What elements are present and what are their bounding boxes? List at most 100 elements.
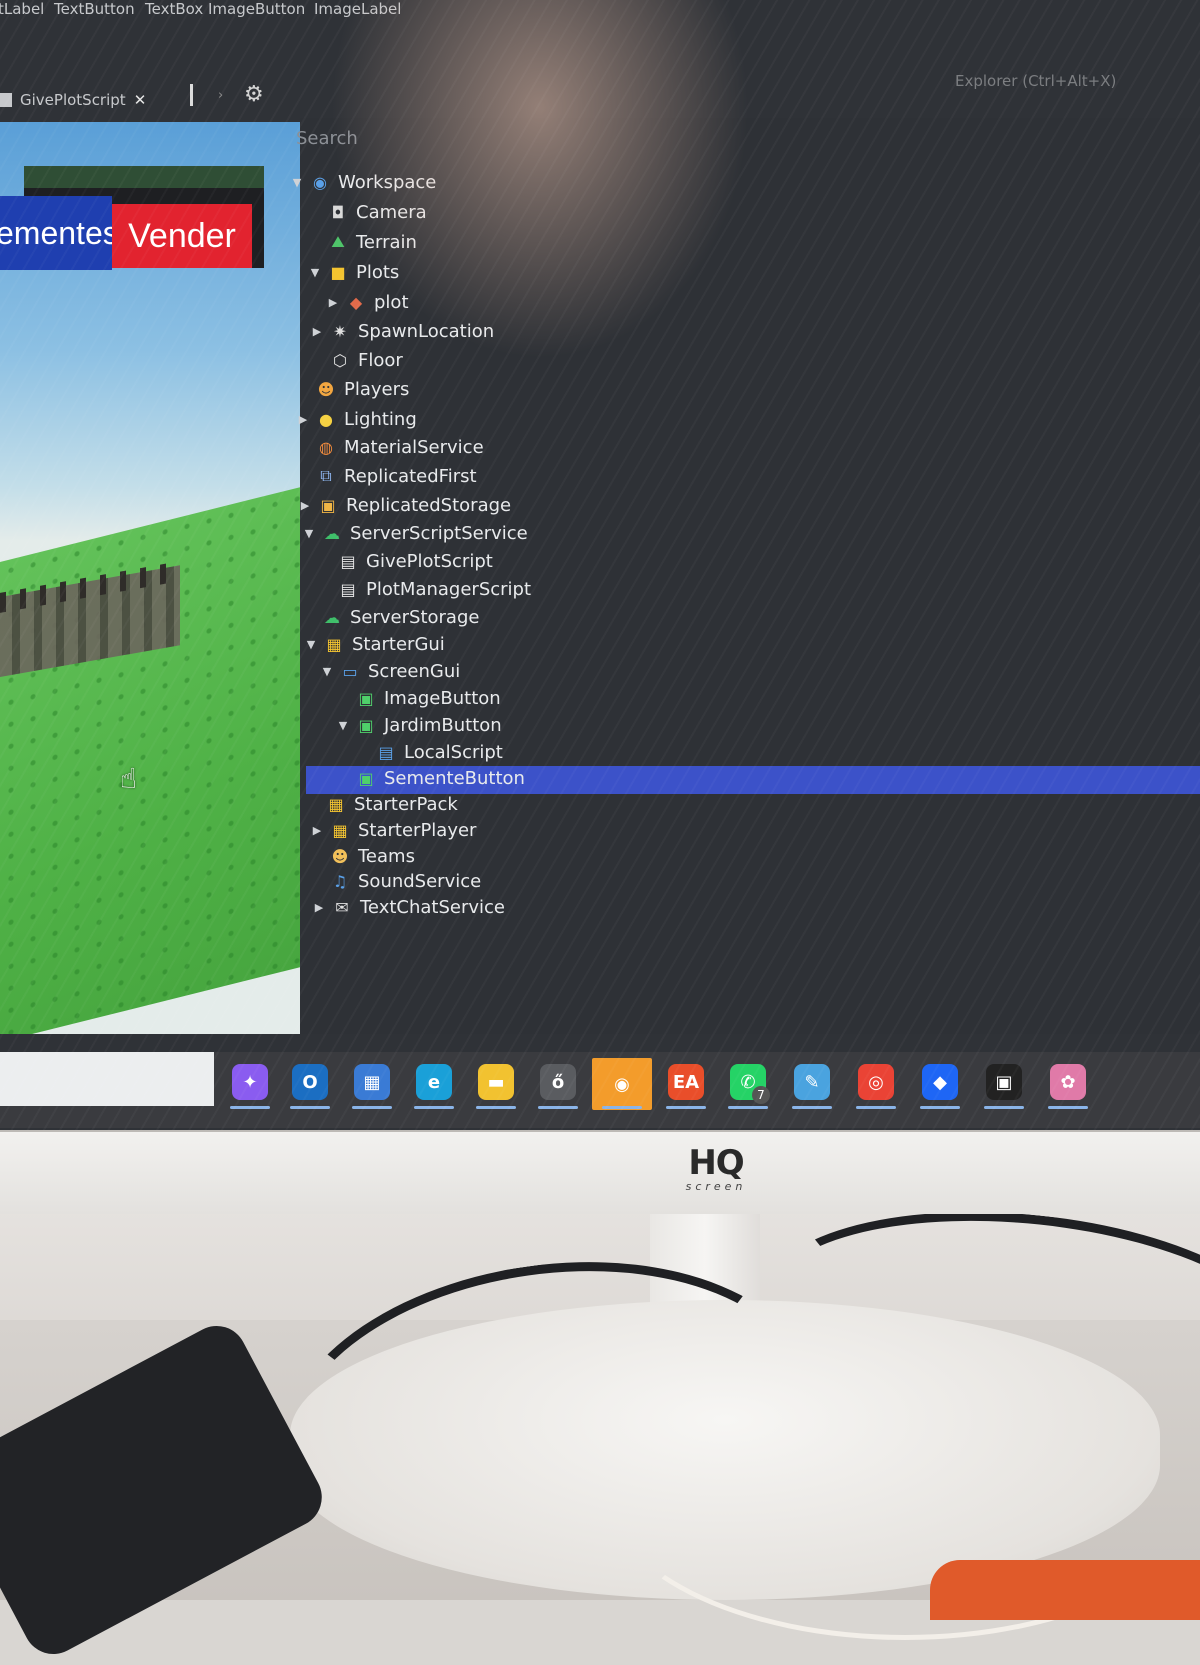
explorer-item-serverscriptservice[interactable]: ▼ ☁ ServerScriptService — [302, 520, 528, 546]
gear-icon[interactable]: ⚙ — [244, 82, 264, 107]
expand-arrow-down-icon[interactable]: ▼ — [320, 665, 334, 678]
lighting-icon: ● — [319, 409, 333, 429]
explorer-item-lighting[interactable]: ▶ ● Lighting — [296, 406, 417, 432]
expand-arrow-right-icon[interactable]: ▶ — [312, 901, 326, 914]
text-cursor — [190, 84, 193, 106]
explorer-item-label: Terrain — [356, 231, 417, 253]
file-explorer-icon[interactable]: ▬ — [478, 1064, 514, 1100]
taskbar-search-box[interactable] — [0, 1052, 214, 1106]
studio-alt-icon[interactable]: ✿ — [1050, 1064, 1086, 1100]
running-indicator — [792, 1106, 832, 1109]
insert-textbox[interactable]: TextBox — [145, 0, 203, 18]
vender-button[interactable]: Vender — [112, 204, 252, 268]
replicated-first-icon: ⧉ — [320, 466, 332, 485]
explorer-item-label: plot — [374, 291, 409, 313]
explorer-item-plotmanagerscript[interactable]: ▤ PlotManagerScript — [318, 576, 531, 602]
explorer-item-terrain[interactable]: ⛰ Terrain — [308, 229, 417, 255]
explorer-item-camera[interactable]: ◘ Camera — [308, 199, 427, 225]
explorer-item-starterpack[interactable]: ▦ StarterPack — [306, 791, 458, 817]
starter-gui-icon: ▦ — [326, 634, 342, 654]
explorer-item-label: Players — [344, 378, 410, 400]
screen-gui-icon: ▭ — [342, 661, 358, 681]
expand-arrow-down-icon[interactable]: ▼ — [308, 266, 322, 279]
monitor-screen: tLabel TextButton TextBox ImageButton Im… — [0, 0, 1200, 1130]
explorer-item-teams[interactable]: ☻ Teams — [310, 843, 415, 869]
insert-textbutton[interactable]: TextButton — [54, 0, 135, 18]
explorer-item-floor[interactable]: ⬡ Floor — [310, 347, 403, 373]
expand-arrow-right-icon[interactable]: ▶ — [326, 296, 340, 309]
explorer-title: Explorer (Ctrl+Alt+X) — [955, 72, 1117, 90]
expand-arrow-right-icon[interactable]: ▶ — [310, 325, 324, 338]
expand-arrow-right-icon[interactable]: ▶ — [310, 824, 324, 837]
explorer-item-materialservice[interactable]: ◍ MaterialService — [296, 434, 484, 460]
part-icon: ⬡ — [333, 350, 347, 370]
explorer-item-soundservice[interactable]: ♫ SoundService — [310, 868, 481, 894]
roblox-studio-icon[interactable]: ▣ — [986, 1064, 1022, 1100]
copilot-icon[interactable]: ✦ — [232, 1064, 268, 1100]
brand-name: HQ — [688, 1143, 744, 1183]
camera-icon: ◘ — [331, 202, 345, 222]
hand-cursor-icon: ☝ — [120, 762, 138, 795]
image-button-icon: ▣ — [358, 768, 374, 788]
monitor-logo: HQ screen — [676, 1146, 756, 1193]
explorer-item-giveplotscript[interactable]: ▤ GivePlotScript — [318, 548, 492, 574]
expand-arrow-right-icon[interactable]: ▶ — [296, 413, 310, 426]
ea-icon[interactable]: EA — [668, 1064, 704, 1100]
server-storage-icon: ☁ — [324, 607, 340, 627]
explorer-item-spawnlocation[interactable]: ▶ ✷ SpawnLocation — [310, 318, 494, 344]
explorer-item-jardimbutton[interactable]: ▼ ▣ JardimButton — [336, 712, 502, 738]
explorer-item-workspace[interactable]: ▼ ◉ Workspace — [290, 169, 437, 195]
app-icon[interactable]: ő — [540, 1064, 576, 1100]
insert-imagelabel[interactable]: ImageLabel — [314, 0, 401, 18]
expand-arrow-down-icon[interactable]: ▼ — [302, 527, 316, 540]
store-icon[interactable]: ▦ — [354, 1064, 390, 1100]
running-indicator — [538, 1106, 578, 1109]
explorer-item-textchatservice[interactable]: ▶ ✉ TextChatService — [312, 894, 505, 920]
explorer-item-localscript[interactable]: ▤ LocalScript — [356, 739, 502, 765]
game-viewport[interactable]: ementes Vender ☝ — [0, 122, 300, 1034]
paint-icon[interactable]: ✎ — [794, 1064, 830, 1100]
running-indicator — [1048, 1106, 1088, 1109]
roblox-icon[interactable]: ◆ — [922, 1064, 958, 1100]
explorer-item-players[interactable]: ☻ Players — [296, 376, 410, 402]
close-icon[interactable]: ✕ — [134, 91, 147, 109]
sementes-button[interactable]: ementes — [0, 196, 112, 270]
expand-arrow-right-icon[interactable]: ▶ — [298, 499, 312, 512]
gui-frame-top — [24, 166, 264, 188]
explorer-item-replicatedfirst[interactable]: ⧉ ReplicatedFirst — [296, 463, 477, 489]
running-indicator — [602, 1106, 642, 1109]
server-script-service-icon: ☁ — [324, 523, 340, 543]
outlook-icon[interactable]: O — [292, 1064, 328, 1100]
spawn-icon: ✷ — [333, 321, 347, 341]
explorer-item-label: ReplicatedFirst — [344, 465, 477, 487]
chrome-icon[interactable]: ◎ — [858, 1064, 894, 1100]
tab-giveplotscript[interactable]: GivePlotScript ✕ — [0, 88, 146, 112]
explorer-item-label: SpawnLocation — [358, 320, 495, 342]
expand-arrow-down-icon[interactable]: ▼ — [304, 638, 318, 651]
explorer-item-label: ImageButton — [384, 687, 501, 709]
chevron-right-icon[interactable]: › — [218, 88, 223, 103]
sound-service-icon: ♫ — [332, 871, 348, 891]
explorer-item-label: Plots — [356, 261, 400, 283]
explorer-item-startergui[interactable]: ▼ ▦ StarterGui — [304, 631, 445, 657]
explorer-item-screengui[interactable]: ▼ ▭ ScreenGui — [320, 658, 460, 684]
explorer-item-sementebutton[interactable]: ▣ SementeButton — [336, 765, 525, 791]
explorer-item-plots[interactable]: ▼ ■ Plots — [308, 259, 400, 285]
explorer-item-serverstorage[interactable]: ☁ ServerStorage — [302, 604, 479, 630]
monitor-bezel — [0, 1130, 1200, 1214]
explorer-item-label: StarterPack — [354, 793, 458, 815]
material-icon: ◍ — [319, 437, 333, 457]
edge-icon[interactable]: e — [416, 1064, 452, 1100]
expand-arrow-down-icon[interactable]: ▼ — [336, 719, 350, 732]
explorer-item-plot[interactable]: ▶ ◆ plot — [326, 289, 409, 315]
explorer-item-starterplayer[interactable]: ▶ ▦ StarterPlayer — [310, 817, 477, 843]
explorer-search-input[interactable]: Search — [296, 128, 358, 149]
running-indicator — [290, 1106, 330, 1109]
game-launcher-icon[interactable]: ◉ — [592, 1058, 652, 1110]
explorer-item-imagebutton[interactable]: ▣ ImageButton — [336, 685, 501, 711]
starter-player-icon: ▦ — [332, 820, 348, 840]
insert-textlabel[interactable]: tLabel — [0, 0, 44, 18]
insert-imagebutton[interactable]: ImageButton — [208, 0, 305, 18]
explorer-item-replicatedstorage[interactable]: ▶ ▣ ReplicatedStorage — [298, 492, 511, 518]
expand-arrow-down-icon[interactable]: ▼ — [290, 176, 304, 189]
